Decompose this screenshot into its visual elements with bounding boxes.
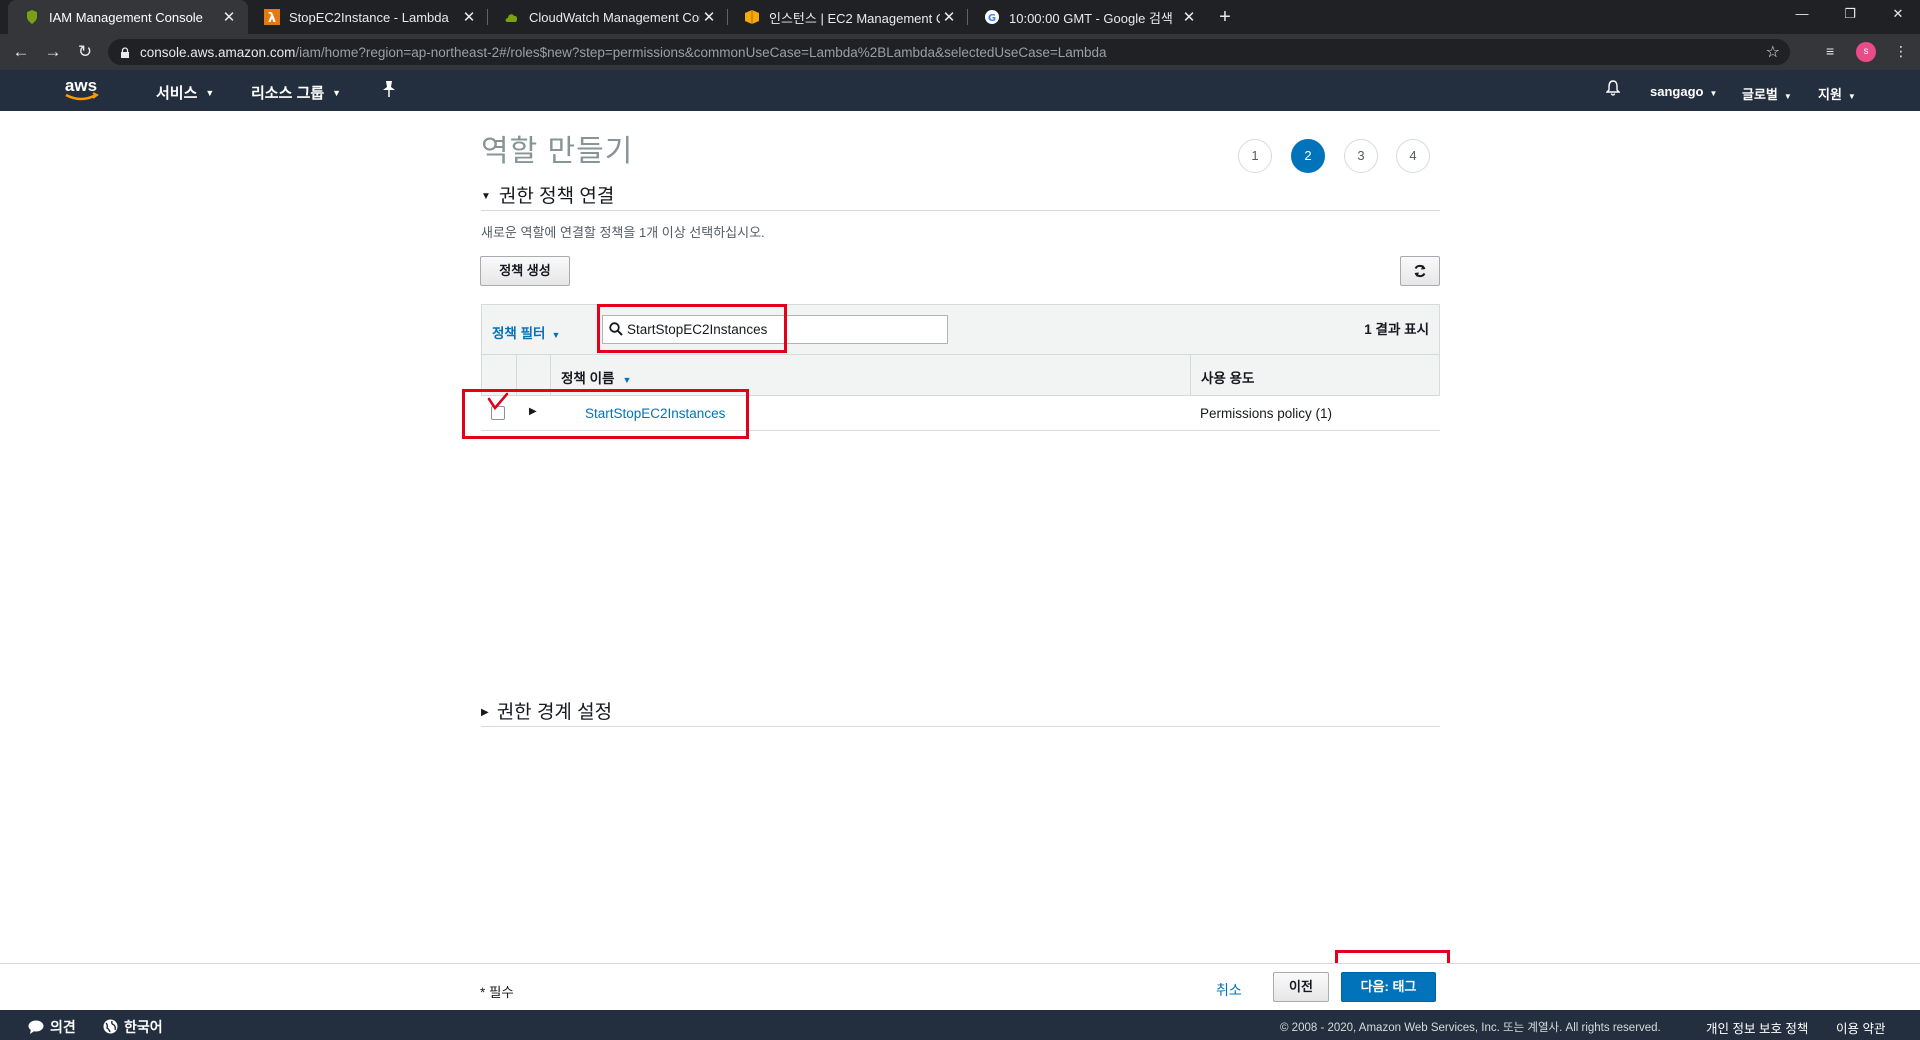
google-icon: G <box>984 9 1000 25</box>
section-divider <box>481 210 1440 211</box>
bookmark-star-icon[interactable]: ☆ <box>1766 42 1780 62</box>
chat-bubble-icon <box>28 1020 44 1034</box>
aws-logo[interactable]: aws <box>60 76 102 104</box>
iam-icon <box>24 9 40 25</box>
refresh-button[interactable] <box>1400 256 1440 286</box>
tab-title: CloudWatch Management Cons <box>529 9 700 25</box>
close-tab-icon[interactable]: ✕ <box>940 8 958 26</box>
step-2-active[interactable]: 2 <box>1291 139 1325 173</box>
chevron-down-icon: ▼ <box>1709 89 1718 98</box>
back-arrow-icon[interactable]: ← <box>10 41 32 63</box>
close-tab-icon[interactable]: ✕ <box>700 8 718 26</box>
aws-top-nav: aws 서비스 ▼ 리소스 그룹 ▼ sangago ▼ 글로벌 ▼ 지원 ▼ <box>0 70 1920 111</box>
minimize-window-icon[interactable]: — <box>1790 6 1814 26</box>
lambda-icon: λ <box>264 9 280 25</box>
tab-title: 인스턴스 | EC2 Management Co <box>769 10 940 26</box>
step-4[interactable]: 4 <box>1396 139 1430 173</box>
copyright-text: © 2008 - 2020, Amazon Web Services, Inc.… <box>1280 1022 1661 1034</box>
svg-text:λ: λ <box>268 11 276 25</box>
notifications-bell-icon[interactable] <box>1605 80 1621 101</box>
services-menu[interactable]: 서비스 ▼ <box>156 82 214 103</box>
terms-link[interactable]: 이용 약관 <box>1836 1018 1885 1037</box>
close-tab-icon[interactable]: ✕ <box>460 8 478 26</box>
chevron-down-icon: ▼ <box>1847 92 1856 101</box>
ec2-icon <box>744 9 760 25</box>
step-3[interactable]: 3 <box>1344 139 1378 173</box>
chevron-down-icon: ▼ <box>205 88 215 98</box>
reading-list-icon[interactable]: ≡ <box>1826 43 1834 59</box>
create-policy-button[interactable]: 정책 생성 <box>480 256 570 286</box>
column-usage: 사용 용도 <box>1201 371 1255 386</box>
result-count: 1 결과 표시 <box>1364 322 1429 337</box>
support-menu[interactable]: 지원 ▼ <box>1818 84 1856 103</box>
privacy-policy-link[interactable]: 개인 정보 보호 정책 <box>1706 1018 1808 1037</box>
attach-policies-section-toggle[interactable]: ▼ 권한 정책 연결 <box>481 181 614 208</box>
feedback-button[interactable]: 의견 <box>28 1017 76 1037</box>
caret-down-icon: ▼ <box>481 191 491 202</box>
policy-usage: Permissions policy (1) <box>1200 406 1333 421</box>
chevron-down-icon: ▼ <box>551 330 561 340</box>
section-description: 새로운 역할에 연결할 정책을 1개 이상 선택하십시오. <box>481 225 765 240</box>
annotation-search-highlight <box>597 304 787 353</box>
pin-icon[interactable] <box>382 81 396 101</box>
close-window-icon[interactable]: ✕ <box>1886 6 1910 26</box>
globe-icon <box>103 1019 118 1034</box>
cancel-link[interactable]: 취소 <box>1216 980 1242 1000</box>
tab-title: StopEC2Instance - Lambda <box>289 9 449 25</box>
tab-lambda[interactable]: λ StopEC2Instance - Lambda ✕ <box>248 0 488 34</box>
tab-google[interactable]: G 10:00:00 GMT - Google 검색 ✕ <box>968 0 1208 34</box>
resource-groups-menu[interactable]: 리소스 그룹 ▼ <box>251 82 341 103</box>
forward-arrow-icon[interactable]: → <box>42 41 64 63</box>
chevron-down-icon: ▼ <box>1783 92 1792 101</box>
refresh-icon <box>1414 264 1426 278</box>
close-tab-icon[interactable]: ✕ <box>1180 8 1198 26</box>
policy-filter-dropdown[interactable]: 정책 필터 ▼ <box>492 322 560 342</box>
cloudwatch-icon <box>504 9 520 25</box>
region-menu[interactable]: 글로벌 ▼ <box>1742 84 1792 103</box>
wizard-action-bar: * 필수 취소 이전 다음: 태그 <box>0 963 1920 1010</box>
sort-desc-icon: ▼ <box>622 375 632 385</box>
chevron-down-icon: ▼ <box>332 88 342 98</box>
section-divider <box>481 726 1440 727</box>
tab-iam[interactable]: IAM Management Console ✕ <box>8 0 248 34</box>
url-text: console.aws.amazon.com/iam/home?region=a… <box>140 44 1107 60</box>
column-policy-name[interactable]: 정책 이름 ▼ <box>561 367 631 387</box>
tab-title: 10:00:00 GMT - Google 검색 <box>1009 10 1173 26</box>
restore-window-icon[interactable]: ❐ <box>1838 6 1862 26</box>
permissions-boundary-section-toggle[interactable]: ▶ 권한 경계 설정 <box>481 697 612 724</box>
browser-tab-bar: IAM Management Console ✕ λ StopEC2Instan… <box>0 0 1920 34</box>
reload-icon[interactable]: ↻ <box>74 41 96 63</box>
profile-avatar[interactable]: s <box>1856 42 1876 62</box>
browser-address-bar: ← → ↻ console.aws.amazon.com/iam/home?re… <box>0 34 1920 70</box>
browser-menu-icon[interactable]: ⋮ <box>1894 43 1908 60</box>
tab-title: IAM Management Console <box>49 9 203 25</box>
tab-ec2[interactable]: 인스턴스 | EC2 Management Co ✕ <box>728 0 968 34</box>
caret-right-icon: ▶ <box>481 707 489 718</box>
svg-text:G: G <box>988 13 996 24</box>
next-tags-button[interactable]: 다음: 태그 <box>1341 972 1436 1002</box>
step-1[interactable]: 1 <box>1238 139 1272 173</box>
tab-cloudwatch[interactable]: CloudWatch Management Cons ✕ <box>488 0 728 34</box>
language-selector[interactable]: 한국어 <box>103 1017 163 1037</box>
url-field[interactable]: console.aws.amazon.com/iam/home?region=a… <box>108 39 1790 65</box>
close-tab-icon[interactable]: ✕ <box>220 8 238 26</box>
console-footer: 의견 한국어 © 2008 - 2020, Amazon Web Service… <box>0 1010 1920 1040</box>
new-tab-button[interactable]: + <box>1213 6 1237 28</box>
svg-text:aws: aws <box>65 76 97 95</box>
required-note: * 필수 <box>480 985 514 1000</box>
account-menu[interactable]: sangago ▼ <box>1650 84 1717 99</box>
previous-button[interactable]: 이전 <box>1273 972 1329 1002</box>
annotation-check-mark-icon <box>487 392 509 411</box>
page-title: 역할 만들기 <box>481 135 634 168</box>
lock-icon <box>121 46 129 58</box>
